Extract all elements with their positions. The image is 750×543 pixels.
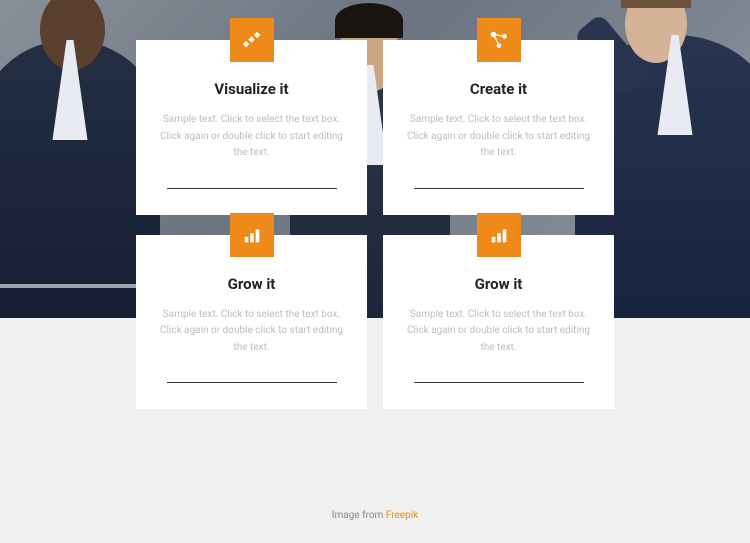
connect-icon	[477, 18, 521, 62]
chart-icon	[477, 213, 521, 257]
card-title: Visualize it	[158, 80, 345, 98]
card-description: Sample text. Click to select the text bo…	[405, 112, 592, 162]
chart-icon	[230, 213, 274, 257]
steps-icon	[230, 18, 274, 62]
card-description: Sample text. Click to select the text bo…	[405, 307, 592, 357]
credit-link[interactable]: Freepik	[386, 510, 418, 521]
feature-card-grow-2: Grow it Sample text. Click to select the…	[383, 235, 614, 410]
divider	[167, 382, 337, 383]
card-description: Sample text. Click to select the text bo…	[158, 307, 345, 357]
card-title: Grow it	[158, 275, 345, 293]
credit-prefix: Image from	[332, 510, 386, 521]
feature-card-visualize: Visualize it Sample text. Click to selec…	[136, 40, 367, 215]
feature-card-grow-1: Grow it Sample text. Click to select the…	[136, 235, 367, 410]
card-title: Grow it	[405, 275, 592, 293]
card-description: Sample text. Click to select the text bo…	[158, 112, 345, 162]
divider	[414, 382, 584, 383]
divider	[167, 188, 337, 189]
feature-card-create: Create it Sample text. Click to select t…	[383, 40, 614, 215]
cards-grid: Visualize it Sample text. Click to selec…	[136, 40, 614, 429]
card-title: Create it	[405, 80, 592, 98]
divider	[414, 188, 584, 189]
image-credit: Image from Freepik	[0, 510, 750, 521]
